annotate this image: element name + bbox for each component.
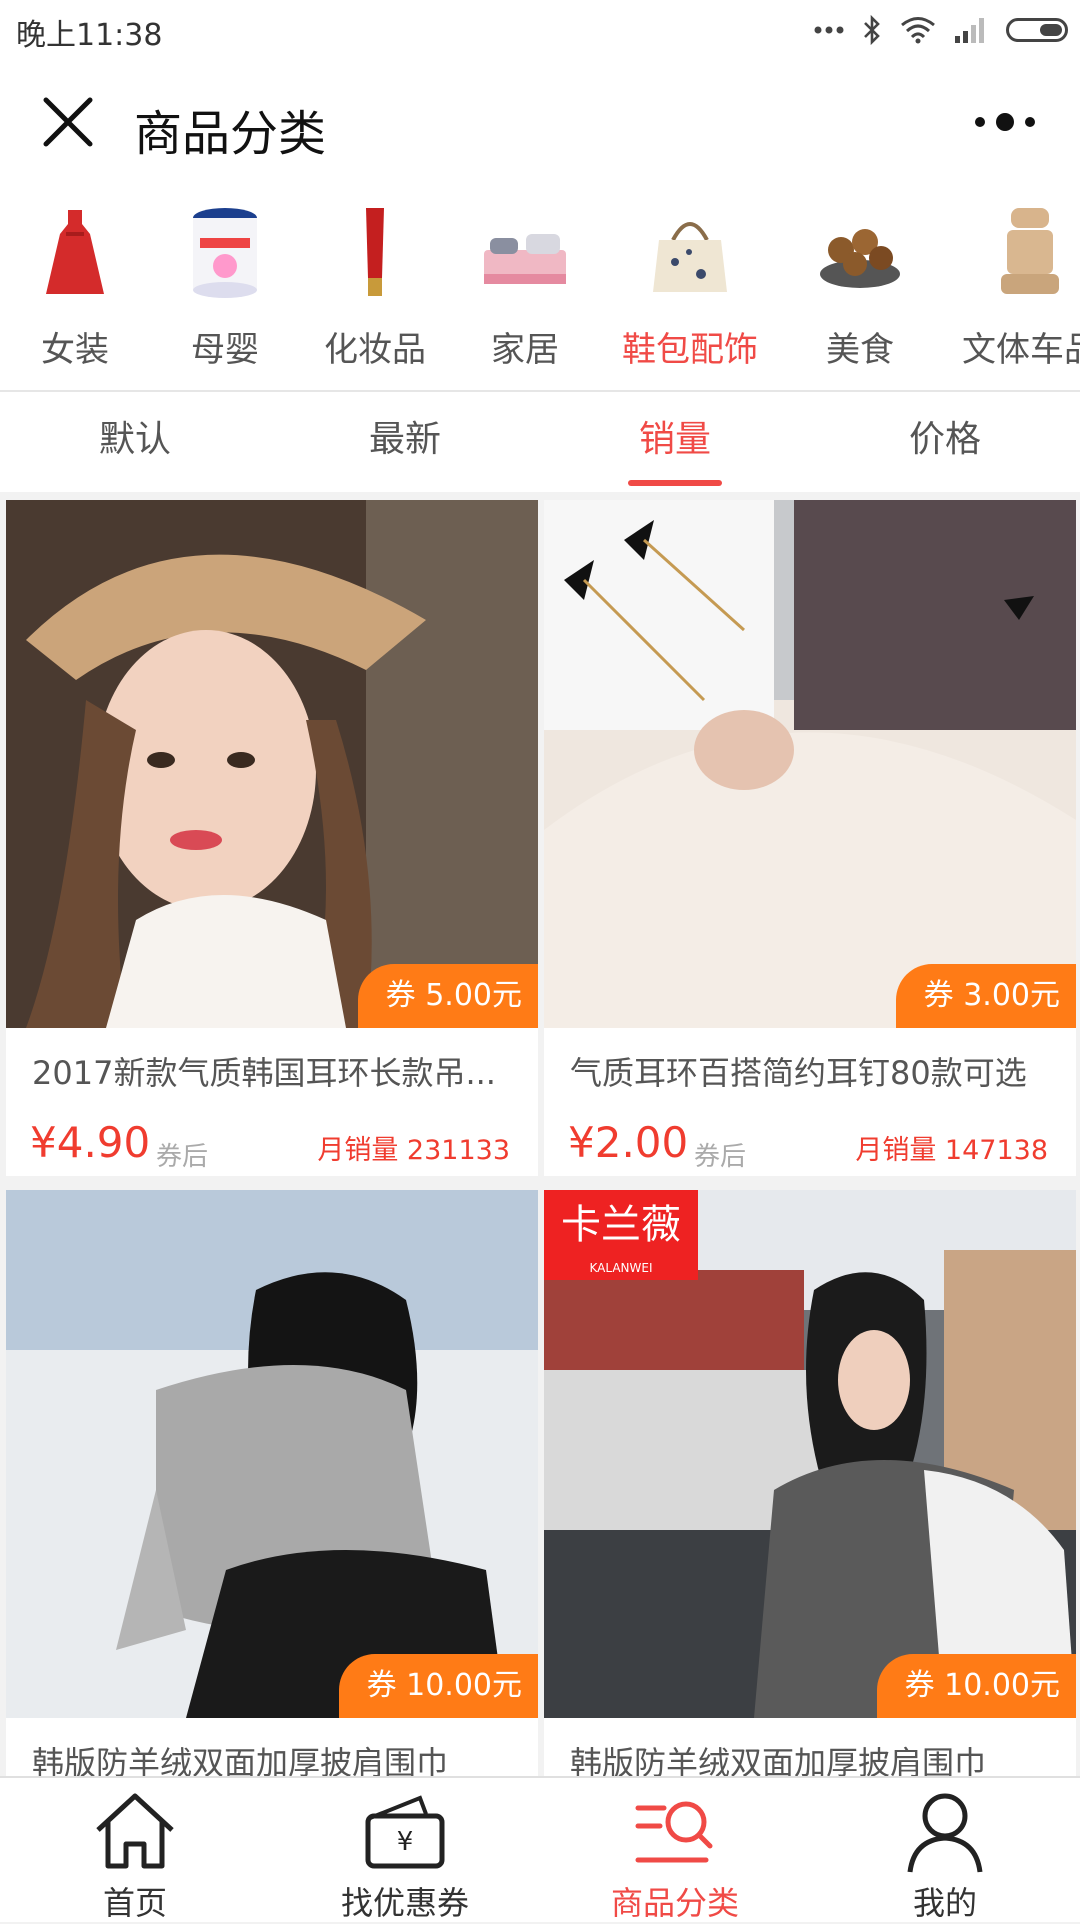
category-home[interactable]: 家居 <box>450 182 600 390</box>
bluetooth-icon <box>864 14 880 46</box>
home-icon <box>96 1793 174 1869</box>
close-icon[interactable] <box>40 94 96 150</box>
product-image[interactable]: 券 3.00元 <box>544 500 1076 1028</box>
bedding-icon <box>484 234 566 284</box>
tab-label: 首页 <box>102 1884 167 1922</box>
dress-icon <box>46 210 104 294</box>
product-name: 韩版防羊绒双面加厚披肩围巾 <box>32 1744 449 1776</box>
product-image[interactable]: 券 10.00元 <box>6 1190 538 1718</box>
tab-label: 商品分类 <box>610 1884 739 1922</box>
sort-tab-default[interactable]: 默认 <box>0 392 270 492</box>
monthly-sales: 月销量 231133 <box>317 1135 510 1166</box>
coupon-badge: 券 5.00元 <box>357 964 538 1028</box>
category-strip: 女装 母婴 化妆品 家居 鞋包配饰 美食 文体车品 <box>0 182 1080 392</box>
category-sports-car[interactable]: 文体车品 <box>955 182 1080 390</box>
cosmetics-tube-icon <box>366 208 384 296</box>
sort-tab-sales[interactable]: 销量 <box>540 392 810 492</box>
product-card[interactable]: 券 5.00元 2017新款气质韩国耳环长款吊... ¥4.90 券后 月销量 … <box>6 500 538 1176</box>
coupon-badge: 券 10.00元 <box>338 1654 538 1718</box>
product-name: 2017新款气质韩国耳环长款吊... <box>32 1054 496 1092</box>
sort-tab-newest[interactable]: 最新 <box>270 392 540 492</box>
header: 商品分类 <box>0 60 1080 182</box>
product-name: 韩版防羊绒双面加厚披肩围巾 <box>570 1744 987 1776</box>
user-icon <box>907 1793 983 1873</box>
coupon-badge: 券 3.00元 <box>895 964 1076 1028</box>
milk-powder-icon <box>193 208 257 298</box>
handbag-icon <box>653 222 727 292</box>
product-card[interactable]: 券 10.00元 韩版防羊绒双面加厚披肩围巾 <box>6 1190 538 1776</box>
food-bowl-icon <box>820 229 900 288</box>
status-icons <box>814 12 1068 48</box>
battery-icon <box>1006 18 1068 42</box>
page-title: 商品分类 <box>134 106 327 162</box>
product-image[interactable]: 券 5.00元 <box>6 500 538 1028</box>
tab-home[interactable]: 首页 <box>0 1778 270 1922</box>
tab-label: 找优惠券 <box>340 1884 469 1922</box>
product-name: 气质耳环百搭简约耳钉80款可选 <box>570 1054 1027 1092</box>
bottom-tab-bar: 首页 ¥ 找优惠券 商品分类 我的 <box>0 1776 1080 1922</box>
product-price: ¥4.90 <box>30 1118 151 1167</box>
product-card[interactable]: 卡兰薇 KALANWEI 券 10.00元 韩版防羊绒双面加厚披肩围巾 <box>544 1190 1076 1776</box>
product-card[interactable]: 券 3.00元 气质耳环百搭简约耳钉80款可选 ¥2.00 券后 月销量 147… <box>544 500 1076 1176</box>
car-seat-icon <box>1001 208 1059 294</box>
category-food[interactable]: 美食 <box>785 182 935 390</box>
sort-tab-price[interactable]: 价格 <box>810 392 1080 492</box>
category-label: 文体车品 <box>962 330 1080 370</box>
product-image[interactable]: 卡兰薇 KALANWEI 券 10.00元 <box>544 1190 1076 1718</box>
signal-icon <box>955 18 984 43</box>
tab-find-coupons[interactable]: ¥ 找优惠券 <box>270 1778 540 1922</box>
tab-mine[interactable]: 我的 <box>810 1778 1080 1922</box>
svg-text:¥: ¥ <box>397 1827 414 1857</box>
product-price: ¥2.00 <box>568 1118 689 1167</box>
wifi-icon <box>901 17 935 44</box>
brand-name: 卡兰薇 <box>561 1202 681 1248</box>
status-bar: 晚上11:38 <box>0 0 1080 60</box>
brand-sub: KALANWEI <box>589 1261 653 1275</box>
tab-categories[interactable]: 商品分类 <box>540 1778 810 1922</box>
status-time: 晚上11:38 <box>16 18 163 53</box>
more-dots-icon <box>814 26 844 34</box>
tab-label: 我的 <box>912 1884 977 1922</box>
after-coupon-label: 券后 <box>156 1142 209 1172</box>
monthly-sales: 月销量 147138 <box>855 1135 1048 1166</box>
coupon-icon: ¥ <box>365 1795 445 1869</box>
after-coupon-label: 券后 <box>694 1142 747 1172</box>
sort-tabs: 默认 最新 销量 价格 <box>0 392 1080 492</box>
category-search-icon <box>635 1801 713 1863</box>
brand-logo: 卡兰薇 KALANWEI <box>544 1190 698 1280</box>
category-bags-accessories[interactable]: 鞋包配饰 <box>615 182 765 390</box>
more-options-icon[interactable] <box>970 110 1040 134</box>
coupon-badge: 券 10.00元 <box>876 1654 1076 1718</box>
